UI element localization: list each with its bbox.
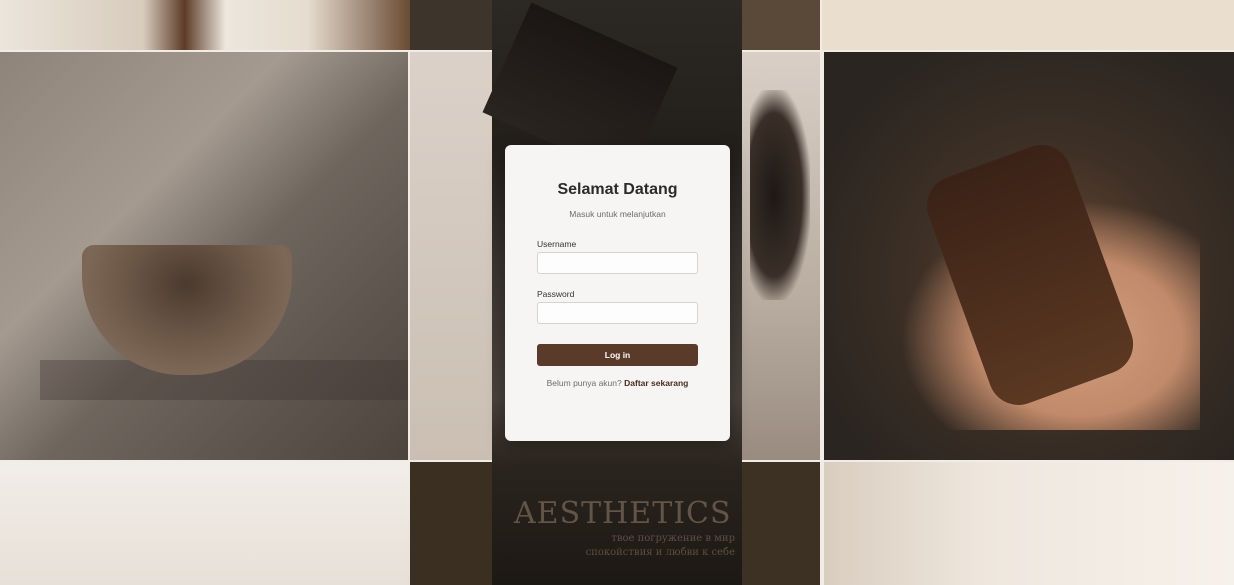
background-image-products [0,0,410,50]
background-image-strip-bottom [742,462,820,585]
login-button[interactable]: Log in [537,344,698,366]
background-image-cream [822,0,1234,50]
background-image-dark-strip-bottom [410,462,492,585]
background-image-cloth [824,462,1234,585]
register-prompt: Belum punya akun? [546,378,622,388]
poster-title: AESTHETICS [514,496,732,531]
login-card: Selamat Datang Masuk untuk melanjutkan U… [505,145,730,441]
login-subtitle: Masuk untuk melanjutkan [569,209,666,219]
poster-subtitle: твое погружение в мир спокойствия и любв… [585,533,735,558]
username-input[interactable] [537,252,698,274]
register-link[interactable]: Daftar sekarang [624,378,688,388]
background-image-beige [410,52,492,460]
register-prompt-line: Belum punya akun? Daftar sekarang [537,378,698,388]
username-label: Username [537,239,577,249]
password-label: Password [537,289,575,299]
login-page: AESTHETICS твое погружение в мир спокойс… [0,0,1234,585]
password-input[interactable] [537,302,698,324]
portrait-silhouette [750,90,810,300]
background-image-plant [0,462,410,585]
login-title: Selamat Datang [557,181,678,198]
background-image-dark-strip [410,0,492,50]
background-image-strip [742,0,820,50]
